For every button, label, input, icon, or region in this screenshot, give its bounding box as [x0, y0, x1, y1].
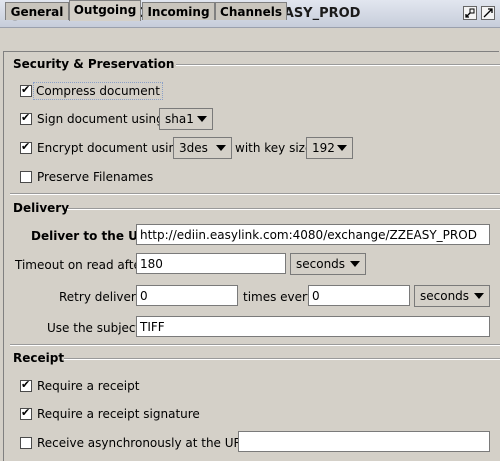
- tab-general[interactable]: General: [5, 2, 69, 20]
- timeout-label: Timeout on read after: [15, 258, 146, 272]
- async-receipt-checkbox[interactable]: [20, 437, 32, 449]
- preserve-filenames-checkbox[interactable]: [20, 171, 32, 183]
- deliver-url-input[interactable]: http://ediin.easylink.com:4080/exchange/…: [136, 224, 490, 245]
- receipt-section-title: Receipt: [13, 351, 65, 365]
- times-every-label: times every: [243, 290, 315, 304]
- security-section-title: Security & Preservation: [13, 57, 175, 71]
- restore-button[interactable]: [463, 6, 477, 20]
- sign-checkbox[interactable]: [20, 111, 32, 125]
- tab-outgoing[interactable]: Outgoing: [69, 0, 141, 21]
- tab-incoming[interactable]: Incoming: [142, 2, 215, 20]
- retry-count-input[interactable]: 0: [136, 285, 238, 306]
- retry-interval-input[interactable]: 0: [308, 285, 410, 306]
- async-url-input[interactable]: [238, 431, 490, 452]
- timeout-unit-select[interactable]: seconds: [290, 253, 366, 275]
- preserve-filenames-label: Preserve Filenames: [37, 170, 154, 184]
- encrypt-checkbox[interactable]: [20, 140, 32, 154]
- receipt-signature-checkbox[interactable]: [20, 406, 32, 420]
- sign-label: Sign document using: [37, 112, 164, 126]
- retry-label: Retry delivery: [59, 290, 143, 304]
- tab-channels[interactable]: Channels: [215, 2, 287, 20]
- section-divider: [10, 344, 500, 346]
- retry-unit-select[interactable]: seconds: [414, 285, 490, 307]
- require-receipt-label: Require a receipt: [37, 379, 140, 393]
- section-divider: [10, 193, 500, 195]
- restore-icon: [465, 8, 475, 18]
- section-divider: [176, 64, 500, 66]
- maximize-icon: [483, 8, 493, 18]
- section-divider: [67, 208, 500, 210]
- compress-checkbox[interactable]: [20, 83, 32, 97]
- encrypt-label: Encrypt document using: [37, 141, 184, 155]
- keysize-select[interactable]: 192: [306, 137, 353, 159]
- receipt-signature-label: Require a receipt signature: [37, 407, 200, 421]
- subject-input[interactable]: TIFF: [136, 316, 490, 337]
- encrypt-algorithm-select[interactable]: 3des: [173, 137, 232, 159]
- keysize-label: with key size: [235, 141, 313, 155]
- subject-label: Use the subject: [47, 321, 141, 335]
- timeout-input[interactable]: 180: [136, 253, 286, 274]
- require-receipt-checkbox[interactable]: [20, 378, 32, 392]
- delivery-section-title: Delivery: [13, 201, 70, 215]
- compress-label: Compress document: [33, 82, 163, 100]
- async-receipt-label: Receive asynchronously at the URL: [37, 436, 249, 450]
- section-divider: [64, 358, 500, 360]
- sign-algorithm-select[interactable]: sha1: [159, 108, 213, 130]
- maximize-button[interactable]: [481, 6, 495, 20]
